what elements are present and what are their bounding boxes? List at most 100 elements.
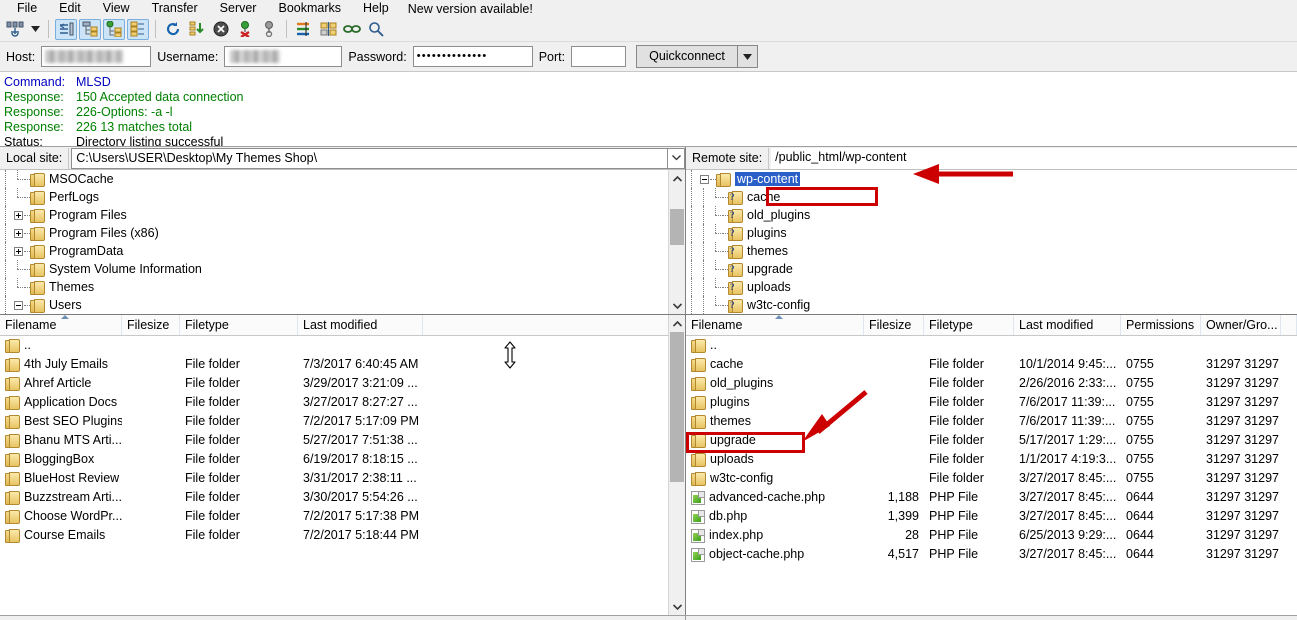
table-row[interactable]: .. <box>0 336 685 355</box>
tree-item-uploads[interactable]: ? uploads <box>686 278 1297 296</box>
reconnect-icon[interactable] <box>258 19 280 40</box>
scroll-up-icon[interactable] <box>669 170 685 187</box>
table-row[interactable]: BlueHost Review File folder 3/31/2017 2:38… <box>0 469 685 488</box>
local-directory-tree[interactable]: MSOCache PerfLogs Program Files Program Fil… <box>0 170 685 315</box>
tree-item-msocache[interactable]: MSOCache <box>0 170 685 188</box>
column-header-permissions[interactable]: Permissions <box>1121 315 1201 335</box>
synchronized-browsing-icon[interactable] <box>341 19 363 40</box>
compare-directories-icon[interactable] <box>317 19 339 40</box>
username-input[interactable] <box>224 46 343 67</box>
local-list-scroll-thumb[interactable] <box>670 332 684 482</box>
column-header-last-modified[interactable]: Last modified <box>298 315 423 335</box>
scroll-down-icon[interactable] <box>669 598 685 615</box>
column-header-filename[interactable]: Filename <box>0 315 122 335</box>
expand-icon[interactable] <box>12 206 24 224</box>
toggle-remote-tree-icon[interactable] <box>103 18 125 40</box>
table-row[interactable]: old_plugins File folder 2/26/2016 2:33:...… <box>686 374 1297 393</box>
column-header-owner-gro-[interactable]: Owner/Gro... <box>1201 315 1281 335</box>
collapse-icon[interactable] <box>12 296 24 314</box>
column-header-filesize[interactable]: Filesize <box>122 315 180 335</box>
table-row[interactable]: advanced-cache.php 1,188 PHP File 3/27/2017… <box>686 488 1297 507</box>
tree-item-wp-content[interactable]: wp-content <box>686 170 1297 188</box>
table-row[interactable]: uploads File folder 1/1/2017 4:19:3... 0755… <box>686 450 1297 469</box>
menu-item-transfer[interactable]: Transfer <box>141 0 209 17</box>
tree-item-themes[interactable]: Themes <box>0 278 685 296</box>
disconnect-icon[interactable] <box>234 19 256 40</box>
tree-item-programdata[interactable]: ProgramData <box>0 242 685 260</box>
toggle-transfer-queue-icon[interactable] <box>127 18 149 40</box>
expand-icon[interactable] <box>12 224 24 242</box>
table-row[interactable]: 4th July Emails File folder 7/3/2017 6:40:… <box>0 355 685 374</box>
column-header-filetype[interactable]: Filetype <box>924 315 1014 335</box>
site-manager-icon[interactable] <box>4 19 26 40</box>
table-row[interactable]: index.php 28 PHP File 6/25/2013 9:29:... 064… <box>686 526 1297 545</box>
tree-item-themes[interactable]: ? themes <box>686 242 1297 260</box>
local-file-list[interactable]: Filename Filesize Filetype Last modified ..… <box>0 315 685 615</box>
tree-item-old-plugins[interactable]: ? old_plugins <box>686 206 1297 224</box>
local-tree-scroll-thumb[interactable] <box>670 209 684 245</box>
quickconnect-history-dropdown-icon[interactable] <box>737 45 758 68</box>
tree-item-upgrade[interactable]: ? upgrade <box>686 260 1297 278</box>
local-site-dropdown-icon[interactable] <box>668 147 685 169</box>
table-row[interactable]: Ahref Article File folder 3/29/2017 3:21:0… <box>0 374 685 393</box>
table-row[interactable]: BloggingBox File folder 6/19/2017 8:18:15 … <box>0 450 685 469</box>
column-header-filename[interactable]: Filename <box>686 315 864 335</box>
table-row[interactable]: Course Emails File folder 7/2/2017 5:18:44… <box>0 526 685 545</box>
table-row[interactable]: themes File folder 7/6/2017 11:39:... 0755 3… <box>686 412 1297 431</box>
table-row[interactable]: Application Docs File folder 3/27/2017 8:2… <box>0 393 685 412</box>
host-input[interactable] <box>41 46 152 67</box>
expand-icon[interactable] <box>12 242 24 260</box>
tree-item-system-volume-information[interactable]: System Volume Information <box>0 260 685 278</box>
quickconnect-button[interactable]: Quickconnect <box>636 45 738 68</box>
toggle-message-log-icon[interactable] <box>55 18 77 40</box>
tree-item-perflogs[interactable]: PerfLogs <box>0 188 685 206</box>
collapse-icon[interactable] <box>698 170 710 188</box>
cancel-operation-icon[interactable] <box>210 19 232 40</box>
local-site-path-input[interactable]: C:\Users\USER\Desktop\My Themes Shop\ <box>71 147 668 169</box>
table-row[interactable]: Choose WordPr... File folder 7/2/2017 5:17… <box>0 507 685 526</box>
password-input[interactable]: •••••••••••••• <box>412 46 533 67</box>
table-row[interactable]: Bhanu MTS Arti... File folder 5/27/2017 7:… <box>0 431 685 450</box>
table-row[interactable]: w3tc-config File folder 3/27/2017 8:45:...… <box>686 469 1297 488</box>
refresh-icon[interactable] <box>162 19 184 40</box>
tree-item-program-files-x86-[interactable]: Program Files (x86) <box>0 224 685 242</box>
column-header-last-modified[interactable]: Last modified <box>1014 315 1121 335</box>
site-manager-dropdown-icon[interactable] <box>28 19 42 40</box>
table-row[interactable]: .. <box>686 336 1297 355</box>
process-queue-icon[interactable] <box>186 19 208 40</box>
table-row[interactable]: cache File folder 10/1/2014 9:45:... 0755 31… <box>686 355 1297 374</box>
menu-item-help[interactable]: Help <box>352 0 400 17</box>
menu-item-server[interactable]: Server <box>209 0 268 17</box>
table-row[interactable]: plugins File folder 7/6/2017 11:39:... 0755… <box>686 393 1297 412</box>
menu-item-file[interactable]: File <box>6 0 48 17</box>
column-header-filetype[interactable]: Filetype <box>180 315 298 335</box>
table-row[interactable]: upgrade File folder 5/17/2017 1:29:... 0755… <box>686 431 1297 450</box>
message-log[interactable]: Command: MLSD Response: 150 Accepted dat… <box>0 72 1297 147</box>
new-version-notice[interactable]: New version available! <box>400 2 541 16</box>
remote-site-path-input[interactable]: /public_html/wp-content <box>771 147 1297 169</box>
filter-icon[interactable] <box>293 19 315 40</box>
scroll-up-icon[interactable] <box>669 315 685 332</box>
port-input[interactable] <box>571 46 627 67</box>
remote-file-list[interactable]: Filename Filesize Filetype Last modified Per… <box>686 315 1297 615</box>
scroll-down-icon[interactable] <box>669 297 685 314</box>
local-list-scroll-track[interactable] <box>669 332 685 598</box>
local-tree-scrollbar[interactable] <box>668 170 685 314</box>
menu-item-bookmarks[interactable]: Bookmarks <box>267 0 352 17</box>
table-row[interactable]: Buzzstream Arti... File folder 3/30/2017 5… <box>0 488 685 507</box>
menu-item-view[interactable]: View <box>92 0 141 17</box>
table-row[interactable]: object-cache.php 4,517 PHP File 3/27/2017 8… <box>686 545 1297 564</box>
tree-item-w3tc-config[interactable]: ? w3tc-config <box>686 296 1297 314</box>
tree-item-program-files[interactable]: Program Files <box>0 206 685 224</box>
menu-item-edit[interactable]: Edit <box>48 0 92 17</box>
local-list-scrollbar[interactable] <box>668 315 685 615</box>
tree-item-plugins[interactable]: ? plugins <box>686 224 1297 242</box>
table-row[interactable]: db.php 1,399 PHP File 3/27/2017 8:45:... 064… <box>686 507 1297 526</box>
tree-item-users[interactable]: Users <box>0 296 685 314</box>
table-row[interactable]: Best SEO Plugins File folder 7/2/2017 5:17… <box>0 412 685 431</box>
local-tree-scroll-track[interactable] <box>669 187 685 297</box>
tree-item-cache[interactable]: ? cache <box>686 188 1297 206</box>
column-header-filesize[interactable]: Filesize <box>864 315 924 335</box>
remote-directory-tree[interactable]: wp-content? cache? old_plugins? plugins? the… <box>686 170 1297 315</box>
toggle-local-tree-icon[interactable] <box>79 18 101 40</box>
